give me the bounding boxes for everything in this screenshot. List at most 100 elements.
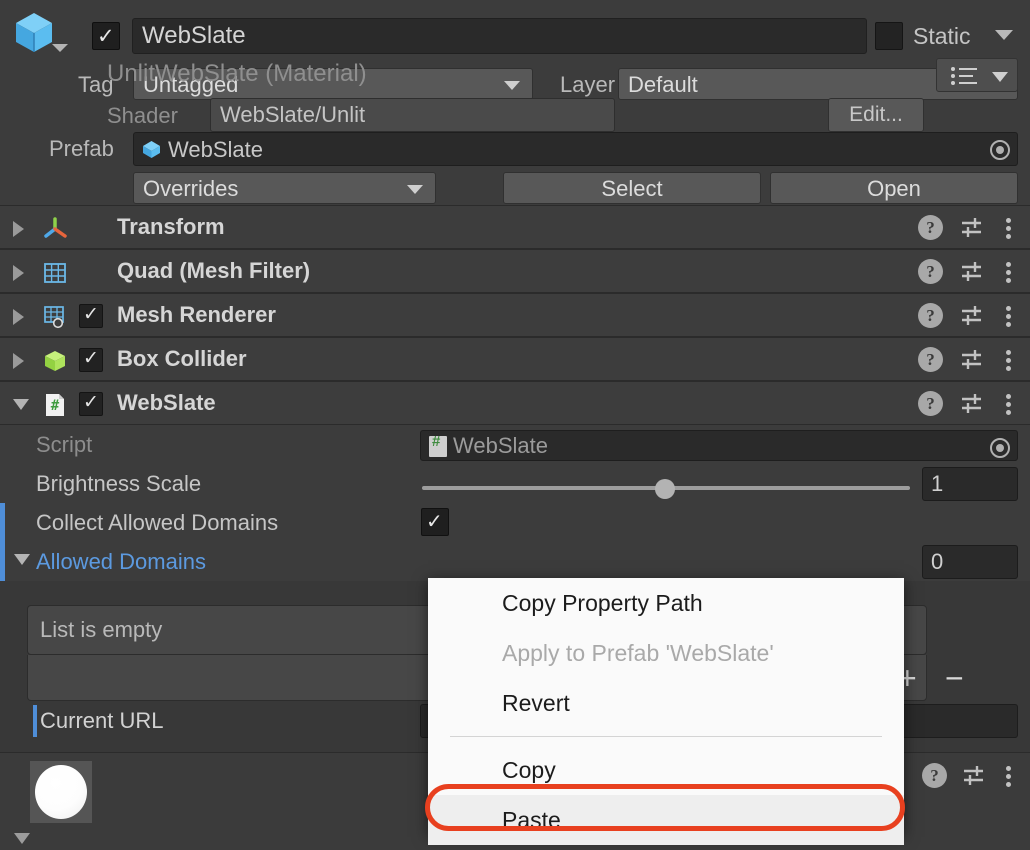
component-name: Quad (Mesh Filter)	[117, 256, 310, 286]
prefab-cube-dropdown-icon[interactable]	[52, 44, 68, 52]
help-icon[interactable]: ?	[918, 303, 943, 328]
component-row-actions: ?	[918, 259, 1018, 284]
open-prefab-button[interactable]: Open	[770, 172, 1018, 204]
shader-dropdown[interactable]: WebSlate/Unlit	[210, 98, 615, 132]
kebab-menu-icon[interactable]	[1000, 215, 1018, 240]
foldout-arrow-icon[interactable]	[13, 265, 24, 281]
select-prefab-button[interactable]: Select	[503, 172, 761, 204]
property-row-collect-allowed-domains: Collect Allowed Domains ✓	[0, 503, 1030, 542]
preset-sliders-icon[interactable]	[959, 347, 984, 372]
webslate-properties: Script WebSlate Brightness Scale 1 Colle…	[0, 425, 1030, 581]
help-icon[interactable]: ?	[918, 259, 943, 284]
preset-sliders-icon[interactable]	[959, 259, 984, 284]
script-value: WebSlate	[453, 431, 548, 461]
component-row-webslate[interactable]: # ✓ WebSlate ?	[0, 381, 1030, 425]
help-icon[interactable]: ?	[918, 215, 943, 240]
chevron-down-icon	[504, 81, 520, 90]
brightness-slider-handle[interactable]	[655, 479, 675, 499]
foldout-arrow-icon[interactable]	[14, 554, 30, 565]
foldout-arrow-icon[interactable]	[13, 221, 24, 237]
context-menu-item-copy-property-path[interactable]: Copy Property Path	[428, 578, 904, 628]
object-picker-icon[interactable]	[990, 438, 1010, 458]
layer-label: Layer	[560, 70, 615, 100]
material-edit-button[interactable]: Edit...	[828, 98, 924, 132]
brightness-scale-label: Brightness Scale	[36, 469, 201, 499]
component-enabled-checkbox[interactable]: ✓	[79, 348, 103, 372]
component-enabled-checkbox[interactable]: ✓	[79, 304, 103, 328]
component-row-mesh-filter[interactable]: Quad (Mesh Filter) ?	[0, 249, 1030, 293]
foldout-arrow-icon[interactable]	[14, 833, 30, 844]
remove-list-item-button[interactable]: −	[945, 660, 964, 696]
component-name: Mesh Renderer	[117, 300, 276, 330]
preset-sliders-icon[interactable]	[959, 391, 984, 416]
kebab-menu-icon[interactable]	[1000, 303, 1018, 328]
transform-axis-icon	[42, 216, 68, 242]
checkmark-icon: ✓	[83, 392, 99, 414]
collect-allowed-domains-checkbox[interactable]: ✓	[421, 508, 449, 536]
help-icon[interactable]: ?	[918, 391, 943, 416]
shader-label: Shader	[107, 101, 178, 131]
prefab-override-indicator	[0, 503, 5, 542]
mesh-filter-grid-icon	[42, 260, 68, 286]
context-menu-item-paste[interactable]: Paste	[428, 795, 904, 845]
prefab-object-field[interactable]: WebSlate	[133, 132, 1018, 166]
allowed-domains-count-input[interactable]: 0	[922, 545, 1018, 579]
prefab-cube-icon-small	[141, 139, 162, 160]
script-object-field[interactable]: WebSlate	[420, 430, 1018, 461]
kebab-menu-icon[interactable]	[1000, 347, 1018, 372]
static-dropdown-icon[interactable]	[995, 30, 1013, 40]
kebab-menu-icon[interactable]	[1000, 259, 1018, 284]
component-row-actions: ?	[918, 303, 1018, 328]
context-menu-item-copy[interactable]: Copy	[428, 745, 904, 795]
object-picker-icon[interactable]	[990, 140, 1010, 160]
list-empty-label: List is empty	[40, 615, 162, 645]
component-row-box-collider[interactable]: ✓ Box Collider ?	[0, 337, 1030, 381]
kebab-menu-icon[interactable]	[1000, 391, 1018, 416]
help-icon[interactable]: ?	[922, 763, 947, 788]
brightness-value-input[interactable]: 1	[922, 467, 1018, 501]
component-row-actions: ?	[918, 391, 1018, 416]
component-enabled-checkbox[interactable]: ✓	[79, 392, 103, 416]
prefab-cube-icon[interactable]	[10, 8, 58, 56]
gameobject-name-input[interactable]: WebSlate	[132, 18, 867, 54]
gameobject-header: ✓ WebSlate Static Tag Untagged Layer Def…	[0, 0, 1030, 110]
static-label: Static	[913, 21, 971, 51]
layer-value: Default	[628, 69, 698, 100]
context-menu-item-revert[interactable]: Revert	[428, 678, 904, 728]
component-name: WebSlate	[117, 388, 216, 418]
material-variants-button[interactable]	[936, 58, 1018, 92]
mesh-renderer-icon	[42, 304, 68, 330]
csharp-script-icon: #	[42, 392, 68, 418]
csharp-script-icon	[429, 436, 447, 457]
property-row-allowed-domains[interactable]: Allowed Domains 0	[0, 542, 1030, 581]
overrides-label: Overrides	[143, 173, 238, 204]
current-url-label: Current URL	[40, 705, 163, 736]
foldout-arrow-icon[interactable]	[13, 353, 24, 369]
select-label: Select	[504, 173, 760, 204]
foldout-arrow-icon[interactable]	[13, 399, 29, 410]
checkmark-icon: ✓	[83, 304, 99, 326]
preset-sliders-icon[interactable]	[959, 303, 984, 328]
unity-inspector-panel: ✓ WebSlate Static Tag Untagged Layer Def…	[0, 0, 1030, 850]
property-context-menu: Copy Property Path Apply to Prefab 'WebS…	[428, 578, 904, 834]
context-menu-separator	[450, 736, 882, 737]
collect-allowed-domains-label: Collect Allowed Domains	[36, 508, 278, 538]
chevron-down-icon	[407, 185, 423, 194]
kebab-menu-icon[interactable]	[1000, 763, 1018, 788]
property-row-brightness-scale: Brightness Scale 1	[0, 464, 1030, 503]
component-row-mesh-renderer[interactable]: ✓ Mesh Renderer ?	[0, 293, 1030, 337]
material-preview-thumbnail	[30, 761, 92, 823]
open-label: Open	[771, 173, 1017, 204]
component-row-transform[interactable]: Transform ?	[0, 205, 1030, 249]
foldout-arrow-icon[interactable]	[13, 309, 24, 325]
preset-sliders-icon[interactable]	[959, 215, 984, 240]
static-checkbox[interactable]	[875, 22, 903, 50]
gameobject-active-checkbox[interactable]: ✓	[92, 22, 120, 50]
overrides-dropdown-button[interactable]: Overrides	[133, 172, 436, 204]
help-icon[interactable]: ?	[918, 347, 943, 372]
property-row-script: Script WebSlate	[0, 425, 1030, 464]
context-menu-item-apply-to-prefab: Apply to Prefab 'WebSlate'	[428, 628, 904, 678]
prefab-override-indicator	[0, 542, 5, 581]
preset-sliders-icon[interactable]	[961, 763, 986, 788]
component-row-actions: ?	[918, 215, 1018, 240]
